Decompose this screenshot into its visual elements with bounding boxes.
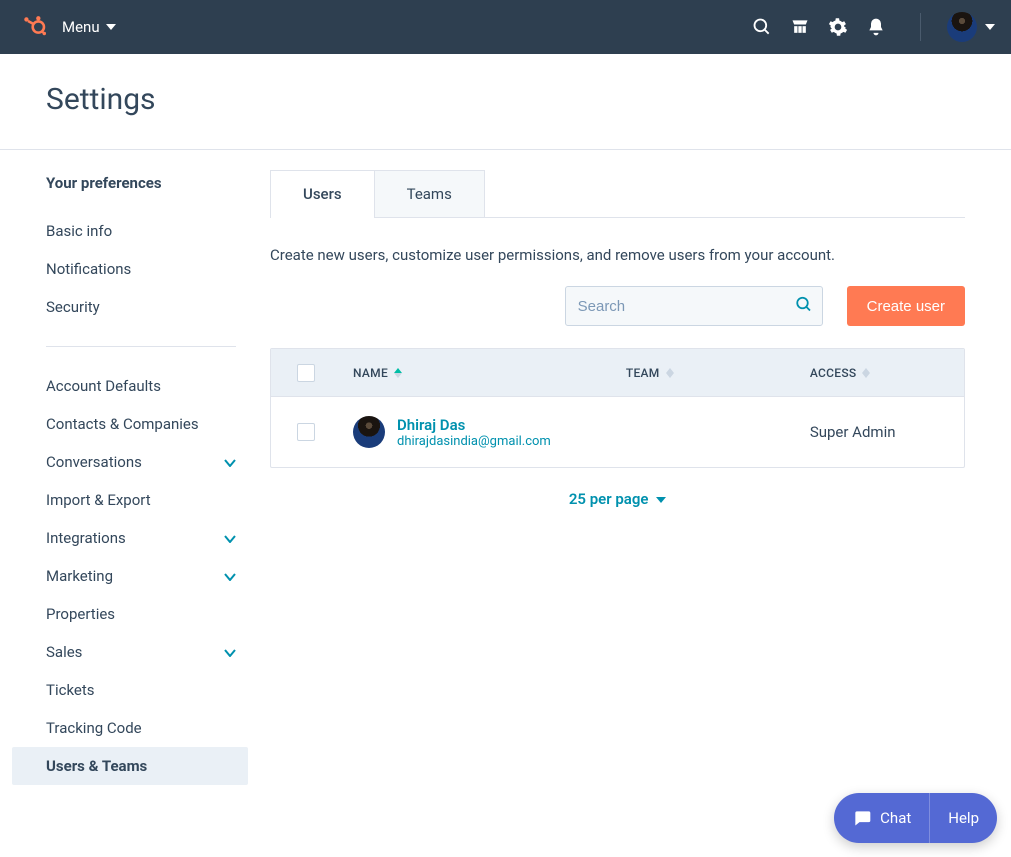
column-header-name[interactable]: NAME	[341, 349, 614, 396]
tab-users[interactable]: Users	[270, 170, 375, 217]
main-menu-trigger[interactable]: Menu	[62, 18, 116, 36]
search-wrap	[565, 286, 823, 326]
users-table: NAME TEAM ACCESS	[270, 348, 965, 468]
marketplace-icon[interactable]	[790, 17, 810, 37]
sidebar-divider	[46, 346, 236, 347]
column-header-label: TEAM	[626, 366, 660, 380]
bell-icon[interactable]	[866, 17, 886, 37]
sidebar-item-tickets[interactable]: Tickets	[0, 671, 260, 709]
page-header: Settings	[0, 54, 1011, 150]
row-checkbox[interactable]	[297, 423, 315, 441]
search-icon	[795, 296, 813, 314]
sidebar-item-label: Basic info	[46, 222, 112, 240]
sidebar-item-label: Tickets	[46, 681, 95, 699]
sidebar-item-label: Sales	[46, 643, 82, 661]
sidebar-item-label: Notifications	[46, 260, 131, 278]
table-header-row: NAME TEAM ACCESS	[271, 349, 964, 397]
sidebar-item-label: Import & Export	[46, 491, 151, 509]
tab-teams[interactable]: Teams	[375, 170, 485, 217]
page-size-selector[interactable]: 25 per page	[270, 490, 965, 508]
search-icon[interactable]	[752, 17, 772, 37]
chevron-down-icon	[224, 529, 236, 547]
avatar	[947, 12, 977, 42]
chevron-down-icon	[224, 453, 236, 471]
sidebar-item-label: Conversations	[46, 453, 142, 471]
sidebar-item-contacts-companies[interactable]: Contacts & Companies	[0, 405, 260, 443]
page-title: Settings	[46, 82, 1011, 117]
row-name-cell: Dhiraj Das dhirajdasindia@gmail.com	[341, 416, 614, 449]
tabs: Users Teams	[270, 170, 965, 218]
caret-down-icon	[656, 497, 666, 503]
column-header-team[interactable]: TEAM	[614, 349, 798, 396]
chevron-down-icon	[224, 643, 236, 661]
tab-description: Create new users, customize user permiss…	[270, 246, 965, 264]
column-header-label: ACCESS	[810, 366, 857, 380]
table-row[interactable]: Dhiraj Das dhirajdasindia@gmail.com Supe…	[271, 397, 964, 467]
chevron-down-icon	[106, 24, 116, 30]
select-all-checkbox[interactable]	[297, 364, 315, 382]
help-button[interactable]: Help	[929, 793, 997, 843]
floating-support: Chat Help	[834, 793, 997, 843]
tab-label: Users	[303, 185, 342, 203]
user-name[interactable]: Dhiraj Das	[397, 416, 551, 434]
user-email[interactable]: dhirajdasindia@gmail.com	[397, 434, 551, 449]
sidebar: Your preferences Basic info Notification…	[0, 150, 260, 785]
sidebar-item-tracking-code[interactable]: Tracking Code	[0, 709, 260, 747]
sidebar-item-properties[interactable]: Properties	[0, 595, 260, 633]
sidebar-item-sales[interactable]: Sales	[0, 633, 260, 671]
sidebar-item-label: Marketing	[46, 567, 113, 585]
sort-icon	[862, 368, 870, 378]
sidebar-item-marketing[interactable]: Marketing	[0, 557, 260, 595]
nav-icons	[752, 12, 995, 42]
sidebar-item-label: Security	[46, 298, 100, 316]
sidebar-section-title: Your preferences	[0, 174, 260, 192]
create-user-button[interactable]: Create user	[847, 286, 965, 326]
chevron-down-icon	[985, 24, 995, 30]
column-header-label: NAME	[353, 366, 388, 380]
toolbar: Create user	[270, 286, 965, 326]
avatar	[353, 416, 385, 448]
chat-icon	[852, 808, 872, 828]
sidebar-item-import-export[interactable]: Import & Export	[0, 481, 260, 519]
sidebar-item-label: Contacts & Companies	[46, 415, 199, 433]
main-content: Users Teams Create new users, customize …	[260, 150, 1011, 785]
sidebar-item-label: Users & Teams	[46, 757, 147, 775]
row-access-cell: Super Admin	[798, 423, 964, 441]
sidebar-item-account-defaults[interactable]: Account Defaults	[0, 367, 260, 405]
page-size-label: 25 per page	[569, 490, 649, 508]
sort-icon	[394, 368, 402, 378]
tab-label: Teams	[407, 185, 452, 203]
sidebar-item-notifications[interactable]: Notifications	[0, 250, 260, 288]
chat-button[interactable]: Chat	[834, 793, 929, 843]
help-label: Help	[948, 809, 979, 827]
chevron-down-icon	[224, 567, 236, 585]
account-menu[interactable]	[947, 12, 995, 42]
column-header-access[interactable]: ACCESS	[798, 349, 964, 396]
sidebar-item-users-teams[interactable]: Users & Teams	[12, 747, 248, 785]
sidebar-item-conversations[interactable]: Conversations	[0, 443, 260, 481]
sidebar-item-security[interactable]: Security	[0, 288, 260, 326]
layout: Your preferences Basic info Notification…	[0, 150, 1011, 785]
search-button[interactable]	[795, 296, 813, 317]
search-input[interactable]	[565, 286, 823, 326]
sidebar-item-label: Account Defaults	[46, 377, 161, 395]
main-menu-label: Menu	[62, 18, 100, 36]
sidebar-item-label: Properties	[46, 605, 115, 623]
sidebar-item-label: Integrations	[46, 529, 126, 547]
sort-icon	[666, 368, 674, 378]
gear-icon[interactable]	[828, 17, 848, 37]
nav-divider	[920, 13, 921, 41]
chat-label: Chat	[880, 809, 911, 827]
sidebar-item-basic-info[interactable]: Basic info	[0, 212, 260, 250]
sidebar-item-integrations[interactable]: Integrations	[0, 519, 260, 557]
column-header-select	[271, 349, 341, 396]
top-nav: Menu	[0, 0, 1011, 54]
row-select-cell	[271, 423, 341, 441]
sidebar-item-label: Tracking Code	[46, 719, 142, 737]
hubspot-logo-icon[interactable]	[20, 13, 48, 41]
